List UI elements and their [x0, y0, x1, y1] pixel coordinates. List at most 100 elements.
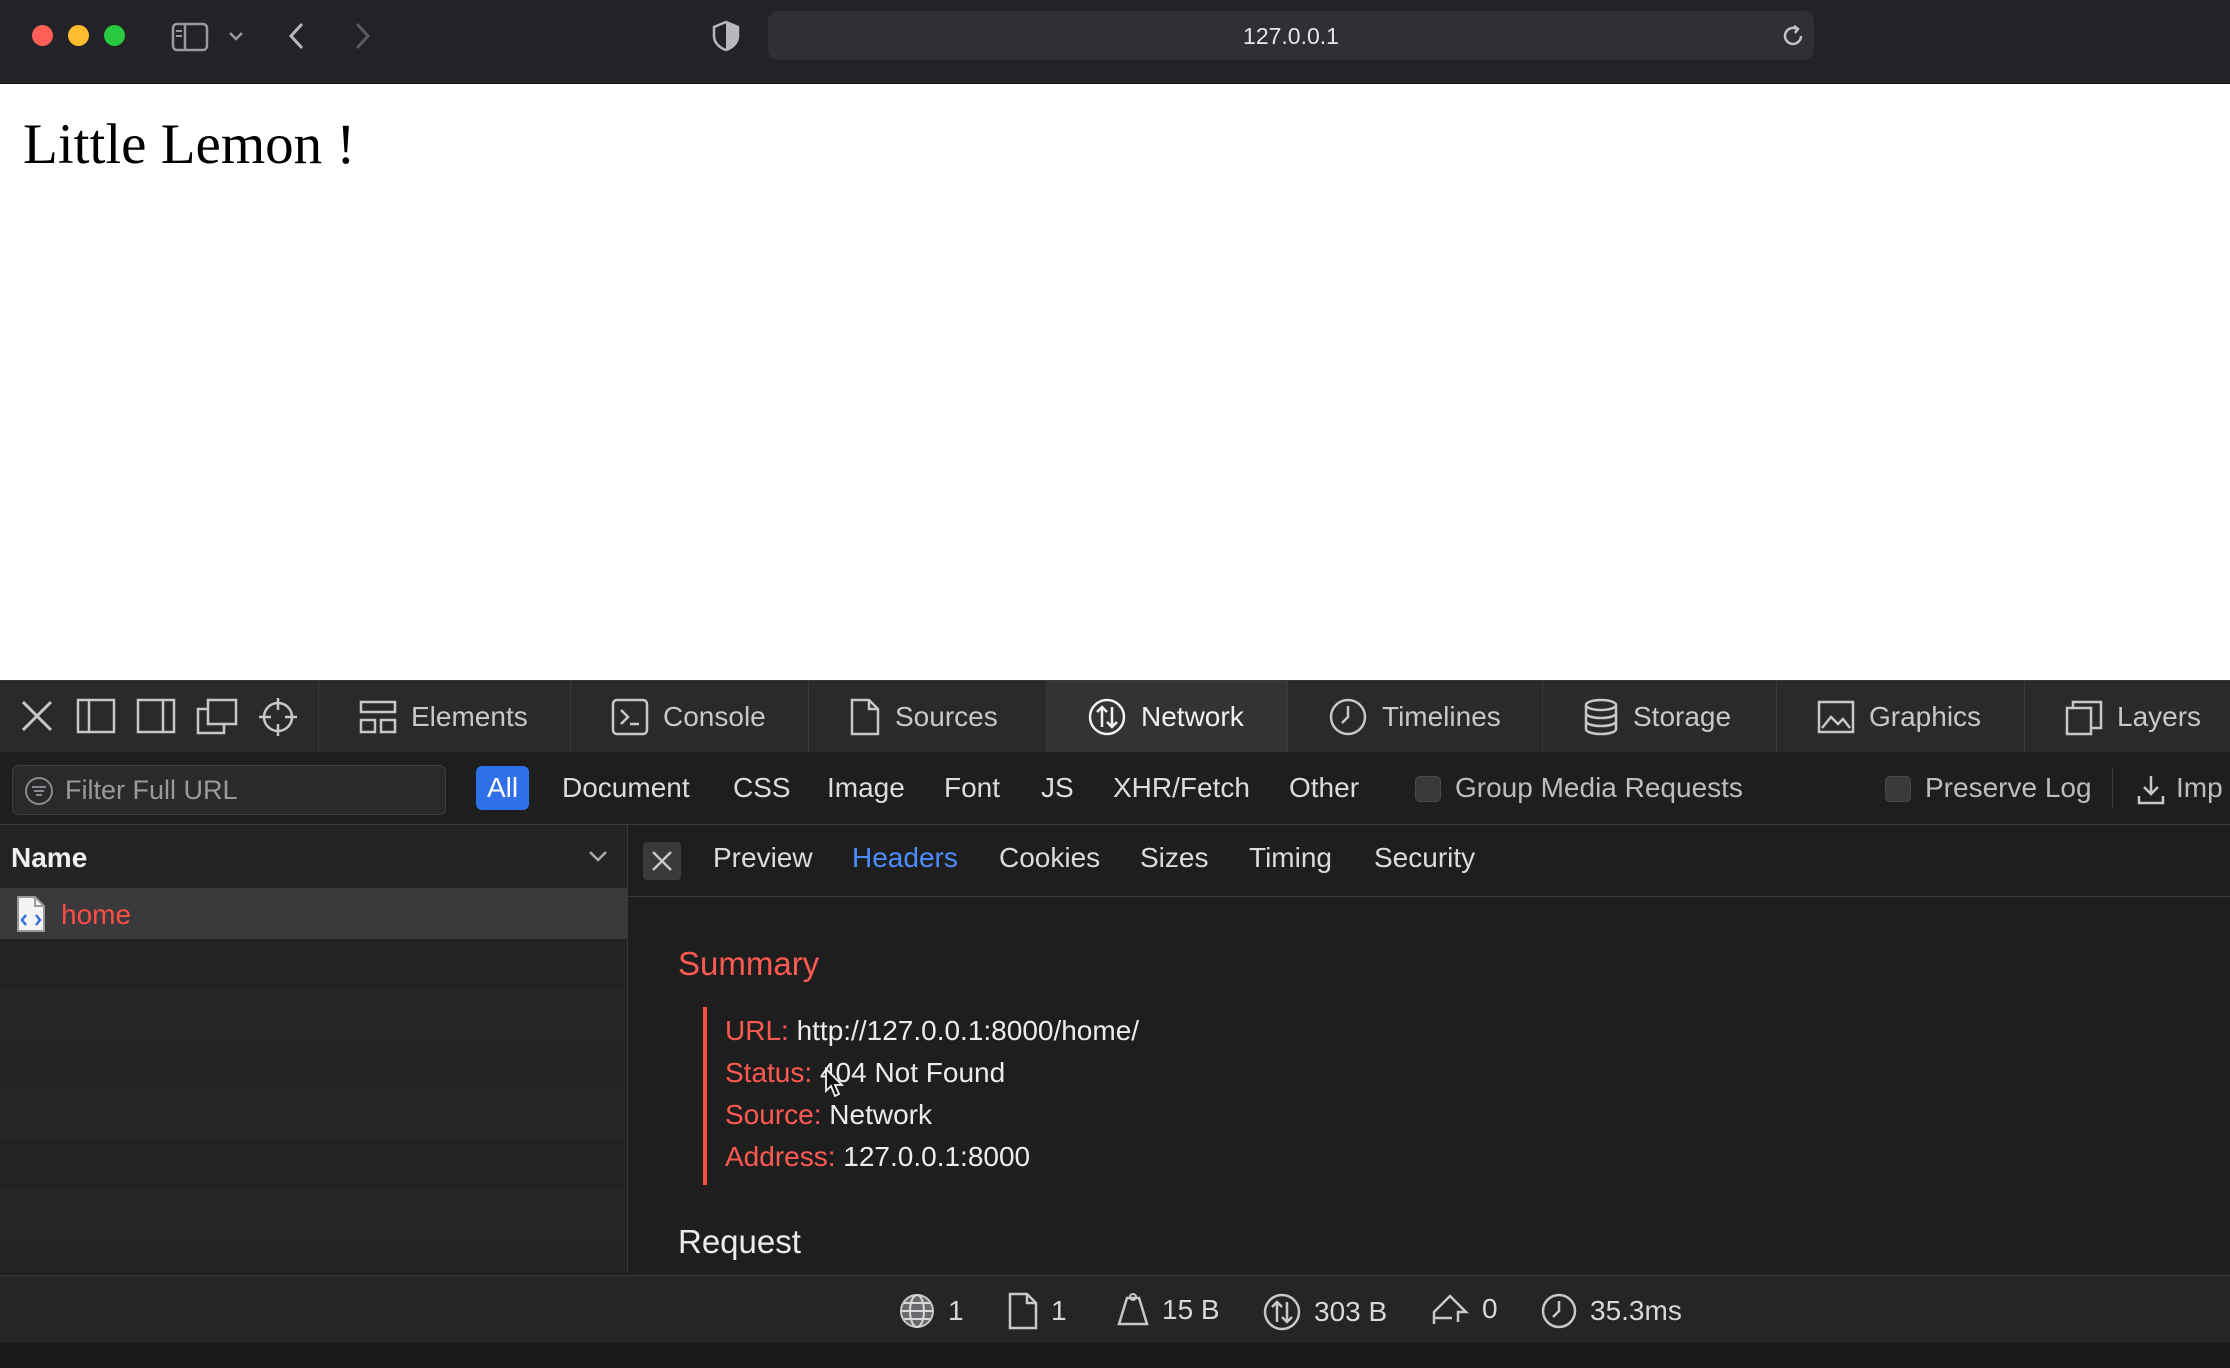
preserve-log-label[interactable]: Preserve Log	[1925, 766, 2092, 810]
summary-source: Source: Network	[725, 1099, 932, 1131]
stat-redirects-value: 0	[1482, 1293, 1498, 1324]
tab-storage-label: Storage	[1633, 700, 1732, 732]
summary-heading: Summary	[678, 945, 820, 982]
request-list: Name home	[0, 825, 628, 1273]
stat-redirects: 0	[1430, 1292, 1498, 1326]
filter-js[interactable]: JS	[1030, 766, 1085, 810]
empty-row	[0, 989, 627, 1039]
close-details-icon[interactable]	[643, 842, 681, 880]
close-window-button[interactable]	[32, 25, 53, 46]
table-row[interactable]: home	[0, 889, 627, 939]
request-heading: Request	[678, 1223, 801, 1260]
tab-network[interactable]: Network	[1046, 681, 1287, 752]
filter-other[interactable]: Other	[1278, 766, 1370, 810]
clock-icon	[1541, 1293, 1577, 1329]
dock-right-icon[interactable]	[136, 697, 176, 735]
tab-cookies[interactable]: Cookies	[999, 842, 1100, 874]
redirect-icon	[1432, 1294, 1470, 1324]
file-icon	[1008, 1292, 1038, 1330]
close-devtools-icon[interactable]	[18, 697, 56, 735]
stat-resources: 1	[1007, 1292, 1067, 1330]
stat-resources-value: 1	[1051, 1295, 1067, 1326]
elements-icon	[359, 700, 397, 733]
import-label[interactable]: Imp	[2176, 766, 2223, 810]
window-bottom-edge	[0, 1343, 2230, 1368]
tab-console[interactable]: Console	[570, 681, 808, 752]
name-column-header[interactable]: Name	[0, 825, 627, 889]
stat-transferred-value: 15 B	[1162, 1294, 1220, 1325]
filter-css[interactable]: CSS	[722, 766, 802, 810]
tab-timing[interactable]: Timing	[1249, 842, 1332, 874]
status-key: Status:	[725, 1057, 813, 1088]
address-bar-text[interactable]: 127.0.0.1	[768, 23, 1814, 50]
web-page: Little Lemon !	[0, 84, 2230, 680]
address-value: 127.0.0.1:8000	[843, 1141, 1031, 1172]
stat-size-value: 303 B	[1314, 1296, 1388, 1327]
filter-url-input[interactable]: Filter Full URL	[12, 765, 446, 815]
weight-icon	[1117, 1293, 1149, 1326]
forward-icon[interactable]	[352, 21, 372, 51]
tab-timelines[interactable]: Timelines	[1287, 681, 1542, 752]
tab-graphics[interactable]: Graphics	[1776, 681, 2024, 752]
tab-preview[interactable]: Preview	[713, 842, 813, 874]
divider	[2112, 768, 2113, 808]
maximize-window-button[interactable]	[104, 25, 125, 46]
tab-layers[interactable]: Layers	[2024, 681, 2230, 752]
stat-transferred: 15 B	[1116, 1292, 1220, 1328]
tab-sources-label: Sources	[895, 700, 998, 732]
request-name[interactable]: home	[61, 899, 131, 931]
filter-placeholder: Filter Full URL	[65, 775, 238, 805]
empty-row	[0, 1039, 627, 1089]
import-icon[interactable]	[2136, 774, 2166, 806]
database-icon	[1584, 698, 1618, 735]
group-media-label[interactable]: Group Media Requests	[1455, 766, 1743, 810]
tab-layers-label: Layers	[2117, 700, 2202, 732]
chevron-down-icon[interactable]	[228, 30, 244, 42]
summary-accent-bar	[703, 1007, 707, 1185]
reload-icon[interactable]	[1780, 23, 1806, 49]
page-heading: Little Lemon !	[23, 113, 356, 176]
network-icon	[1263, 1293, 1301, 1331]
devtools-panel: Elements Console Sources Network Timelin…	[0, 680, 2230, 1368]
minimize-window-button[interactable]	[68, 25, 89, 46]
empty-row	[0, 1189, 627, 1239]
sidebar-toggle-icon[interactable]	[171, 22, 209, 52]
clock-icon	[1329, 698, 1367, 735]
stat-time: 35.3ms	[1540, 1292, 1682, 1330]
chevron-down-icon[interactable]	[587, 849, 609, 863]
filter-document[interactable]: Document	[551, 766, 701, 810]
tab-console-label: Console	[663, 700, 766, 732]
url-key: URL:	[725, 1015, 789, 1046]
filter-xhr-fetch[interactable]: XHR/Fetch	[1102, 766, 1261, 810]
filter-font[interactable]: Font	[933, 766, 1011, 810]
address-key: Address:	[725, 1141, 836, 1172]
tab-elements[interactable]: Elements	[318, 681, 570, 752]
empty-row	[0, 1089, 627, 1139]
globe-icon	[900, 1294, 934, 1328]
details-tab-bar: Preview Headers Cookies Sizes Timing Sec…	[628, 825, 2230, 897]
dock-left-icon[interactable]	[76, 697, 116, 735]
back-icon[interactable]	[287, 21, 307, 51]
tab-sources[interactable]: Sources	[808, 681, 1046, 752]
inspect-element-icon[interactable]	[258, 697, 298, 737]
shield-icon[interactable]	[711, 20, 741, 52]
network-status-bar: 1 1 15 B 303 B 0 35.3ms	[0, 1275, 2230, 1344]
tab-storage[interactable]: Storage	[1542, 681, 1776, 752]
filter-all[interactable]: All	[476, 766, 530, 810]
undock-window-icon[interactable]	[196, 697, 238, 735]
filter-image[interactable]: Image	[816, 766, 916, 810]
stat-time-value: 35.3ms	[1590, 1295, 1682, 1326]
stat-domains-value: 1	[948, 1295, 964, 1326]
devtools-tab-bar: Elements Console Sources Network Timelin…	[0, 680, 2230, 753]
group-media-checkbox[interactable]	[1415, 776, 1441, 802]
preserve-log-checkbox[interactable]	[1885, 776, 1911, 802]
empty-row	[0, 939, 627, 989]
document-icon	[17, 896, 45, 932]
tab-security[interactable]: Security	[1374, 842, 1475, 874]
tab-sizes[interactable]: Sizes	[1140, 842, 1208, 874]
address-bar[interactable]: 127.0.0.1	[768, 11, 1814, 60]
network-filter-bar: Filter Full URL All Document CSS Image F…	[0, 752, 2230, 825]
network-icon	[1088, 698, 1126, 735]
tab-headers[interactable]: Headers	[852, 842, 958, 874]
summary-url: URL: http://127.0.0.1:8000/home/	[725, 1015, 1139, 1047]
